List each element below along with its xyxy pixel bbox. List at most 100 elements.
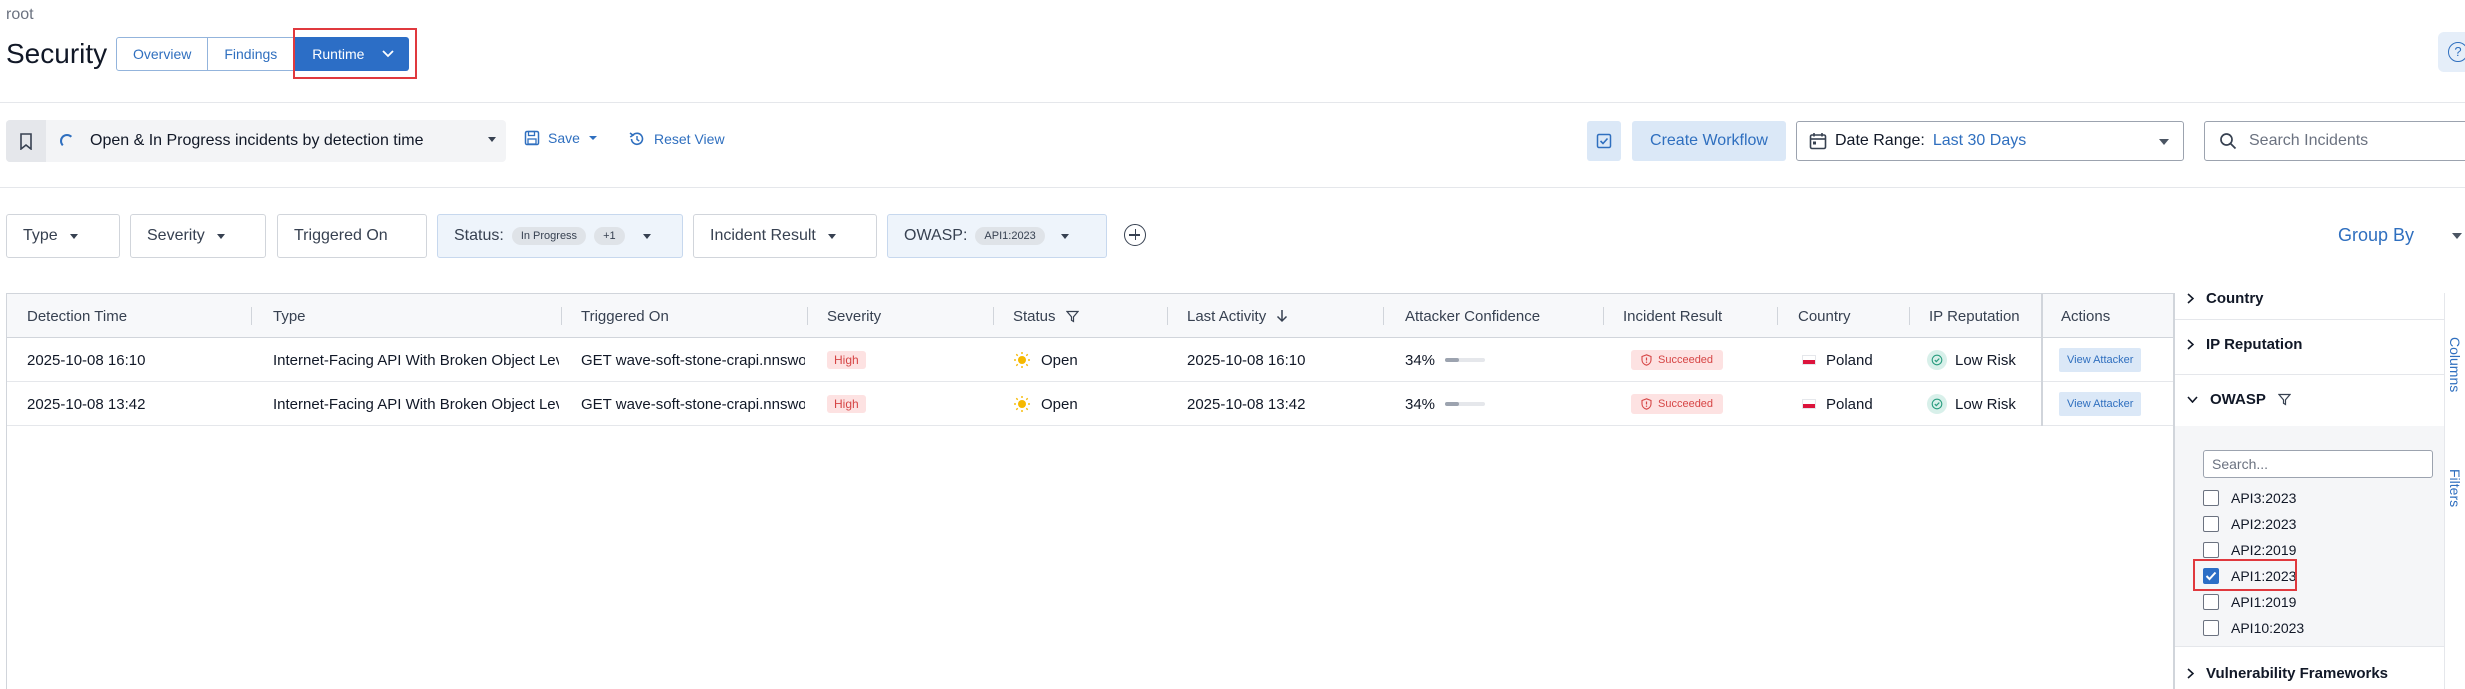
- cell-actions: View Attacker: [2059, 382, 2142, 426]
- save-button[interactable]: Save: [524, 130, 598, 146]
- history-icon: [629, 132, 644, 146]
- col-triggered-on[interactable]: Triggered On: [581, 294, 669, 338]
- col-status[interactable]: Status: [1013, 294, 1079, 338]
- caret-down-icon: [69, 233, 78, 239]
- date-range-value: Last 30 Days: [1932, 132, 2027, 149]
- tab-findings[interactable]: Findings: [208, 37, 295, 71]
- owasp-option[interactable]: API10:2023: [2203, 620, 2304, 636]
- saved-view-select[interactable]: Open & In Progress incidents by detectio…: [6, 120, 506, 162]
- checkbox-unchecked[interactable]: [2203, 516, 2219, 532]
- caret-down-icon[interactable]: [2452, 233, 2462, 239]
- cell-ip-reputation: Low Risk: [1927, 382, 2016, 426]
- cell-status: Open: [1013, 382, 1078, 426]
- filter-status[interactable]: Status: In Progress +1: [437, 214, 683, 258]
- col-resize-handle[interactable]: [1383, 307, 1384, 325]
- col-resize-handle[interactable]: [1777, 307, 1778, 325]
- shield-alert-icon: [1641, 354, 1652, 366]
- col-country[interactable]: Country: [1798, 294, 1851, 338]
- breadcrumb[interactable]: root: [6, 6, 34, 24]
- chevron-down-icon: [2187, 395, 2198, 403]
- col-resize-handle[interactable]: [1909, 307, 1910, 325]
- pinned-column-divider: [2041, 294, 2043, 426]
- selected-option-highlight: [2193, 559, 2297, 591]
- panel-section-ip-reputation[interactable]: IP Reputation: [2175, 322, 2444, 366]
- owasp-option[interactable]: API2:2023: [2203, 516, 2296, 532]
- loading-spinner-icon: [60, 134, 74, 148]
- create-workflow-button[interactable]: Create Workflow: [1632, 121, 1786, 161]
- cell-attacker-confidence: 34%: [1405, 382, 1486, 426]
- caret-down-icon: [2159, 139, 2169, 145]
- col-attacker-confidence[interactable]: Attacker Confidence: [1405, 294, 1540, 338]
- panel-section-country[interactable]: Country: [2175, 293, 2444, 313]
- header-divider: [0, 102, 2465, 103]
- caret-down-icon: [827, 233, 836, 239]
- save-label: Save: [548, 130, 580, 146]
- status-chip: In Progress: [511, 227, 587, 245]
- status-text: Open: [1041, 351, 1078, 369]
- owasp-chip: API1:2023: [975, 227, 1045, 245]
- col-last-activity[interactable]: Last Activity: [1187, 294, 1288, 338]
- filter-status-label: Status:: [454, 227, 504, 244]
- sort-descending-icon[interactable]: [1276, 309, 1288, 323]
- bookmark-button[interactable]: [6, 120, 46, 162]
- tab-overview[interactable]: Overview: [116, 37, 209, 71]
- panel-section-vulnerability-frameworks[interactable]: Vulnerability Frameworks: [2175, 651, 2444, 689]
- cell-actions: View Attacker: [2059, 338, 2142, 382]
- cell-type: Internet-Facing API With Broken Object L…: [273, 351, 559, 369]
- owasp-search-input[interactable]: [2203, 450, 2433, 478]
- add-filter-icon[interactable]: [1124, 224, 1146, 246]
- view-attacker-button[interactable]: View Attacker: [2059, 392, 2142, 416]
- col-resize-handle[interactable]: [993, 307, 994, 325]
- checkbox-unchecked[interactable]: [2203, 490, 2219, 506]
- checkbox-unchecked[interactable]: [2203, 620, 2219, 636]
- owasp-option-label: API3:2023: [2231, 490, 2297, 506]
- search-incidents[interactable]: [2204, 121, 2465, 161]
- columns-tab[interactable]: Columns: [2447, 337, 2463, 392]
- table-row[interactable]: 2025-10-08 13:42 Internet-Facing API Wit…: [7, 382, 2173, 426]
- filter-severity[interactable]: Severity: [130, 214, 266, 258]
- col-detection-time[interactable]: Detection Time: [27, 294, 127, 338]
- filter-type[interactable]: Type: [6, 214, 120, 258]
- filters-tab[interactable]: Filters: [2447, 469, 2463, 507]
- view-attacker-button[interactable]: View Attacker: [2059, 348, 2142, 372]
- reset-view-button[interactable]: Reset View: [628, 130, 725, 148]
- col-incident-result[interactable]: Incident Result: [1623, 294, 1722, 338]
- cell-last-activity: 2025-10-08 16:10: [1187, 351, 1306, 369]
- panel-section-owasp[interactable]: OWASP: [2175, 377, 2444, 421]
- result-text: Succeeded: [1658, 354, 1714, 366]
- filter-triggered-on[interactable]: Triggered On: [277, 214, 427, 258]
- bookmark-icon: [20, 132, 32, 150]
- panel-section-ip-reputation-label: IP Reputation: [2206, 335, 2303, 353]
- col-ip-reputation[interactable]: IP Reputation: [1929, 294, 2020, 338]
- col-resize-handle[interactable]: [561, 307, 562, 325]
- tab-overview-label: Overview: [133, 46, 192, 62]
- tab-findings-label: Findings: [224, 46, 278, 62]
- col-type[interactable]: Type: [273, 294, 306, 338]
- filter-owasp[interactable]: OWASP: API1:2023: [887, 214, 1107, 258]
- filter-incident-result[interactable]: Incident Result: [693, 214, 877, 258]
- group-by-button[interactable]: Group By: [2338, 225, 2414, 246]
- sun-status-icon: [1014, 352, 1030, 368]
- checkbox-unchecked[interactable]: [2203, 542, 2219, 558]
- incidents-table: Detection Time Type Triggered On Severit…: [6, 293, 2174, 689]
- owasp-option[interactable]: API2:2019: [2203, 542, 2296, 558]
- col-resize-handle[interactable]: [807, 307, 808, 325]
- table-row[interactable]: 2025-10-08 16:10 Internet-Facing API Wit…: [7, 338, 2173, 382]
- help-button[interactable]: ?: [2438, 32, 2465, 72]
- col-severity[interactable]: Severity: [827, 294, 881, 338]
- select-toggle-button[interactable]: [1587, 121, 1621, 161]
- cell-triggered-on: GET wave-soft-stone-crapi.nnswo: [581, 351, 805, 369]
- confidence-fill: [1445, 402, 1459, 406]
- date-range-select[interactable]: Date Range: Last 30 Days: [1796, 121, 2184, 161]
- col-resize-handle[interactable]: [251, 307, 252, 325]
- filter-icon[interactable]: [1065, 310, 1079, 323]
- col-last-activity-label: Last Activity: [1187, 307, 1267, 325]
- date-range-label: Date Range:: [1835, 132, 1925, 149]
- col-resize-handle[interactable]: [1603, 307, 1604, 325]
- search-incidents-input[interactable]: [2249, 132, 2449, 150]
- owasp-option[interactable]: API3:2023: [2203, 490, 2296, 506]
- owasp-option[interactable]: API1:2019: [2203, 594, 2296, 610]
- checkbox-unchecked[interactable]: [2203, 594, 2219, 610]
- col-resize-handle[interactable]: [1167, 307, 1168, 325]
- confidence-bar: [1445, 402, 1486, 406]
